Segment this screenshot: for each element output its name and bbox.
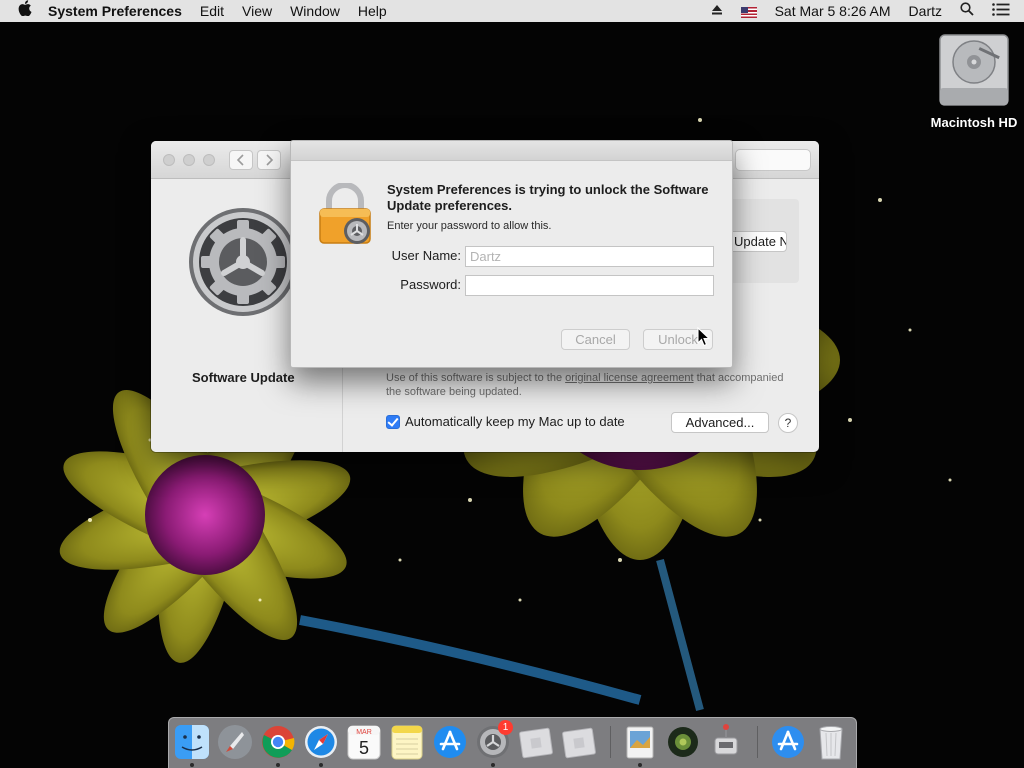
back-button[interactable] xyxy=(229,150,253,170)
dialog-heading: System Preferences is trying to unlock t… xyxy=(387,182,709,213)
dock-chrome[interactable] xyxy=(259,722,297,762)
software-update-gear-icon xyxy=(189,208,297,316)
apple-menu[interactable] xyxy=(0,0,46,22)
software-update-title: Software Update xyxy=(192,370,295,385)
finder-icon xyxy=(175,725,209,759)
cancel-button[interactable]: Cancel xyxy=(561,329,630,350)
username-field[interactable]: Dartz xyxy=(465,246,714,267)
mouse-cursor-icon xyxy=(697,327,711,347)
username-label: User Name: xyxy=(391,248,461,263)
license-text-start: Use of this software is subject to the xyxy=(386,372,566,384)
system-preferences-badge: 1 xyxy=(498,720,513,735)
menu-help[interactable]: Help xyxy=(349,0,396,22)
chevron-left-icon xyxy=(236,154,244,166)
chrome-icon xyxy=(262,726,295,758)
calendar-day-text: 5 xyxy=(359,738,369,758)
license-notice: Use of this software is subject to the o… xyxy=(386,371,786,399)
close-window-button[interactable] xyxy=(163,154,175,166)
menu-bar: System Preferences Edit View Window Help… xyxy=(0,0,1024,22)
dock-launchpad[interactable] xyxy=(216,722,254,762)
menu-view[interactable]: View xyxy=(233,0,281,22)
menu-edit[interactable]: Edit xyxy=(191,0,233,22)
menu-clock[interactable]: Sat Mar 5 8:26 AM xyxy=(766,0,900,22)
dock-finder[interactable] xyxy=(173,722,211,762)
license-agreement-link[interactable]: original license agreement xyxy=(565,372,693,384)
macintosh-hd-label: Macintosh HD xyxy=(930,115,1018,130)
lock-icon xyxy=(319,183,371,244)
notification-center-icon[interactable] xyxy=(983,0,1024,22)
dock-trash[interactable] xyxy=(812,722,850,762)
spotlight-search-icon[interactable] xyxy=(951,0,983,22)
utility-icon xyxy=(714,724,738,755)
preview-icon xyxy=(626,726,654,759)
running-indicator xyxy=(276,763,280,767)
running-indicator xyxy=(190,763,194,767)
preferences-search-field[interactable] xyxy=(735,149,811,171)
dock-safari[interactable] xyxy=(302,722,340,762)
launchpad-icon xyxy=(218,725,252,759)
help-button[interactable]: ? xyxy=(778,413,798,433)
advanced-button[interactable]: Advanced... xyxy=(671,412,769,433)
dock-notes[interactable] xyxy=(388,722,426,762)
dock-calendar[interactable]: MAR 5 xyxy=(345,722,383,762)
dock-separator xyxy=(757,726,758,758)
menu-bar-extras: Sat Mar 5 8:26 AM Dartz xyxy=(702,0,1024,22)
dock-window-thumbnail[interactable] xyxy=(560,722,598,762)
auto-update-option[interactable]: Automatically keep my Mac up to date xyxy=(386,414,625,429)
app-store-icon xyxy=(434,726,466,758)
notes-icon xyxy=(391,725,423,760)
password-label: Password: xyxy=(400,277,461,292)
dock-app-store[interactable] xyxy=(431,722,469,762)
minimize-window-button[interactable] xyxy=(183,154,195,166)
safari-icon xyxy=(305,726,337,758)
auto-update-label[interactable]: Automatically keep my Mac up to date xyxy=(405,414,625,429)
menu-app-name[interactable]: System Preferences xyxy=(46,0,191,22)
window-thumb-icon xyxy=(562,727,596,759)
forward-button[interactable] xyxy=(257,150,281,170)
dock-preview[interactable] xyxy=(621,722,659,762)
dock: MAR 5 1 xyxy=(168,717,857,768)
menu-user[interactable]: Dartz xyxy=(900,0,951,22)
macintosh-hd-desktop-icon[interactable]: Macintosh HD xyxy=(924,32,1024,130)
dock-downloads[interactable] xyxy=(769,722,807,762)
dialog-titlebar xyxy=(291,141,732,161)
dock-utility[interactable] xyxy=(707,722,745,762)
zoom-window-button[interactable] xyxy=(203,154,215,166)
photo-icon xyxy=(668,727,698,757)
auto-update-checkbox[interactable] xyxy=(386,414,400,429)
apple-icon xyxy=(18,0,32,17)
menu-window[interactable]: Window xyxy=(281,0,349,22)
dialog-subtext: Enter your password to allow this. xyxy=(387,220,552,232)
dock-separator xyxy=(610,726,611,758)
eject-icon[interactable] xyxy=(702,0,732,22)
dock-window-thumbnail[interactable] xyxy=(517,722,555,762)
dock-photo[interactable] xyxy=(664,722,702,762)
window-thumb-icon xyxy=(519,727,553,759)
unlock-dialog: System Preferences is trying to unlock t… xyxy=(290,140,733,368)
hard-drive-icon xyxy=(939,34,1009,106)
password-field[interactable] xyxy=(465,275,714,296)
running-indicator xyxy=(491,763,495,767)
chevron-right-icon xyxy=(266,154,274,166)
calendar-month-text: MAR xyxy=(356,729,372,736)
trash-icon xyxy=(819,726,843,760)
downloads-icon xyxy=(772,726,804,758)
calendar-icon: MAR 5 xyxy=(347,725,381,760)
running-indicator xyxy=(638,763,642,767)
running-indicator xyxy=(319,763,323,767)
dock-system-preferences[interactable]: 1 xyxy=(474,720,513,762)
us-flag-icon[interactable] xyxy=(732,0,766,22)
